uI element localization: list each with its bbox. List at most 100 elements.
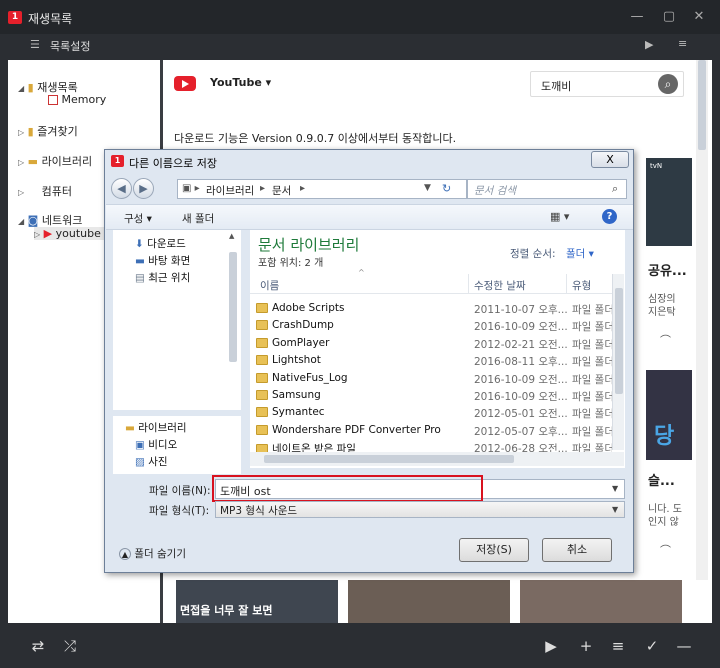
sidebar-item-memory[interactable]: Memory (48, 93, 106, 106)
column-type[interactable]: 유형 (572, 278, 591, 293)
app-logo-icon: 1 (111, 155, 124, 167)
podcast-icon[interactable]: ⌒ (660, 332, 671, 348)
download-icon: ⬇ (135, 238, 144, 250)
address-dropdown-icon[interactable]: ▼ (424, 183, 431, 193)
video-title[interactable]: 공유... (648, 260, 687, 279)
forward-icon[interactable]: ▶ (133, 178, 154, 199)
breadcrumb-library[interactable]: 라이브러리 (206, 183, 254, 198)
scrollbar-thumb[interactable] (698, 60, 706, 150)
library-title: 문서 라이브러리 (258, 236, 360, 254)
filetype-select[interactable]: MP3 형식 사운드 ▼ (215, 501, 625, 518)
scrollbar-thumb[interactable] (264, 455, 514, 463)
hide-folders-toggle[interactable]: ▲ 폴더 숨기기 (119, 546, 186, 561)
search-icon[interactable]: ⌕ (658, 74, 678, 94)
list-settings-icon[interactable]: ☰ (30, 38, 40, 51)
help-icon[interactable]: ? (602, 209, 617, 224)
library-subtitle: 포함 위치: 2 개 (258, 258, 324, 269)
nav-scrollbar[interactable]: ▲ (227, 230, 239, 410)
add-to-list-icon[interactable]: ≡ (608, 636, 628, 656)
video-title[interactable]: 슬... (648, 470, 675, 489)
file-type: 파일 폴더 (572, 356, 612, 369)
video-thumbnail[interactable]: 면접을 너무 잘 보면 (176, 580, 338, 623)
app-logo-icon: 1 (8, 11, 22, 24)
breadcrumb-documents[interactable]: 문서 (272, 183, 291, 198)
file-name: Adobe Scripts (256, 302, 344, 314)
filename-label: 파일 이름(N): (149, 485, 211, 497)
shuffle-icon[interactable]: ⤮ (60, 636, 80, 656)
navigation-pane: ⬇ 다운로드 ▬ 바탕 화면 ▤ 최근 위치 (113, 230, 241, 410)
library-icon: ▬ (125, 422, 135, 434)
desktop-icon: ▬ (135, 255, 145, 267)
filetype-dropdown-icon[interactable]: ▼ (612, 505, 618, 514)
scrollbar-thumb[interactable] (229, 252, 237, 362)
nav-item-pictures[interactable]: ▨ 사진 (135, 454, 168, 469)
folder-icon (256, 372, 268, 383)
file-date: 2016-10-09 오전... (474, 373, 568, 386)
address-bar[interactable]: ▣ ▸ 라이브러리 ▸ 문서 ▸ ▼ ↻ (177, 179, 467, 199)
minimize-icon[interactable]: — (628, 8, 646, 26)
remove-icon[interactable]: — (674, 636, 694, 656)
organize-button[interactable]: 구성 ▾ (124, 211, 152, 226)
video-thumbnail[interactable]: 당 (646, 370, 692, 460)
folder-icon (256, 303, 268, 313)
column-name[interactable]: 이름 (260, 278, 279, 293)
file-list-pane: 문서 라이브러리 포함 위치: 2 개 정렬 순서: 폴더 ▾ 이름 ^ 수정한… (250, 230, 625, 468)
close-icon[interactable]: ✕ (690, 8, 708, 26)
file-row[interactable]: Samsung 2016-10-09 오전... 파일 폴더 (250, 387, 612, 404)
add-icon[interactable]: + (576, 636, 596, 656)
sidebar-item-favorites[interactable]: ▷ ▮ 즐겨찾기 (18, 123, 78, 139)
content-scrollbar[interactable] (696, 60, 708, 580)
nav-item-libraries[interactable]: ▬ 라이브러리 (125, 420, 187, 435)
play-icon[interactable]: ▶ (541, 636, 561, 656)
scrollbar-thumb[interactable] (615, 288, 623, 394)
sidebar-item-network[interactable]: ◢ ◙ 네트워크 (18, 212, 82, 228)
file-list-hscrollbar[interactable] (250, 452, 624, 466)
sidebar-item-computer[interactable]: ▷ 컴퓨터 (18, 183, 72, 199)
video-thumbnail[interactable]: tvN (646, 158, 692, 246)
command-bar: 구성 ▾ 새 폴더 ▦ ▾ ? (106, 204, 633, 230)
file-row[interactable]: Adobe Scripts 2011-10-07 오후... 파일 폴더 (250, 300, 612, 317)
nav-item-videos[interactable]: ▣ 비디오 (135, 437, 177, 452)
maximize-icon[interactable]: ▢ (660, 8, 678, 26)
cancel-button[interactable]: 취소 (542, 538, 612, 562)
folder-icon (256, 337, 268, 348)
dialog-title: 다른 이름으로 저장 (129, 157, 217, 170)
video-thumbnail[interactable] (348, 580, 510, 623)
back-icon[interactable]: ◀ (111, 178, 132, 199)
file-row[interactable]: GomPlayer 2012-02-21 오전... 파일 폴더 (250, 335, 612, 352)
dialog-search-input[interactable]: 문서 검색 ⌕ (467, 179, 627, 199)
sidebar-item-youtube[interactable]: ▷ ▶ youtube (34, 227, 104, 240)
file-row[interactable]: Wondershare PDF Converter Pro 2012-05-07 … (250, 422, 612, 439)
sidebar-item-library[interactable]: ▷ ▬ 라이브러리 (18, 153, 92, 169)
file-date: 2012-05-01 오전... (474, 408, 568, 421)
view-options-icon[interactable]: ▦ ▾ (550, 210, 569, 223)
save-button[interactable]: 저장(S) (459, 538, 529, 562)
nav-item-downloads[interactable]: ⬇ 다운로드 (135, 236, 186, 251)
nav-item-recent[interactable]: ▤ 최근 위치 (135, 270, 190, 285)
file-name: Symantec (256, 406, 325, 418)
repeat-icon[interactable]: ⇄ (28, 636, 48, 656)
highlight-box (212, 475, 483, 502)
file-row[interactable]: NativeFus_Log 2016-10-09 오전... 파일 폴더 (250, 370, 612, 387)
video-desc: 인지 않 (648, 517, 679, 528)
video-thumbnail[interactable] (520, 580, 682, 623)
search-icon[interactable]: ⌕ (612, 182, 618, 196)
file-list-vscrollbar[interactable] (612, 274, 624, 450)
column-date[interactable]: 수정한 날짜 (474, 278, 526, 293)
sort-dropdown[interactable]: 폴더 ▾ (566, 246, 594, 261)
file-row[interactable]: CrashDump 2016-10-09 오전... 파일 폴더 (250, 317, 612, 334)
sort-label: 정렬 순서: (510, 248, 556, 260)
list-settings-button[interactable]: 목록설정 (50, 38, 90, 54)
refresh-icon[interactable]: ↻ (442, 182, 451, 195)
nav-item-desktop[interactable]: ▬ 바탕 화면 (135, 253, 190, 268)
file-row[interactable]: Lightshot 2016-08-11 오후... 파일 폴더 (250, 352, 612, 369)
podcast-icon[interactable]: ⌒ (660, 542, 671, 558)
dialog-close-button[interactable]: X (591, 151, 629, 168)
filename-dropdown-icon[interactable]: ▼ (612, 484, 618, 493)
check-icon[interactable]: ✓ (642, 636, 662, 656)
new-folder-button[interactable]: 새 폴더 (182, 211, 214, 226)
sort-icon[interactable]: ≡ (678, 37, 687, 50)
folder-icon[interactable]: ▶ (645, 38, 653, 51)
video-icon: ▣ (135, 439, 145, 451)
file-row[interactable]: Symantec 2012-05-01 오전... 파일 폴더 (250, 404, 612, 421)
